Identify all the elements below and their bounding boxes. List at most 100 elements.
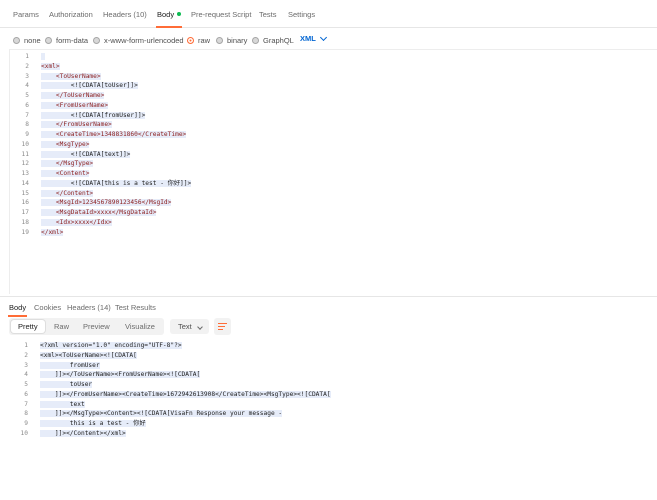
tab-label: Test Results <box>115 303 156 312</box>
request-body-editor[interactable]: 1 2 <xml> 3 <ToUserName> 4 <![CDATA[toUser]… <box>9 49 657 294</box>
line-number: 8 <box>25 121 29 129</box>
raw-language-select[interactable]: XML <box>300 33 327 43</box>
response-text: this is a test - 你好 <box>40 420 146 427</box>
tab-tests[interactable]: Tests <box>259 10 277 26</box>
response-tab-test-results[interactable]: Test Results <box>115 303 156 312</box>
code-text: <![CDATA[text]]> <box>41 150 131 158</box>
response-text: ]]></Content></xml> <box>40 429 126 437</box>
line-number: 14 <box>21 179 29 187</box>
response-format-select[interactable]: Text <box>170 319 209 334</box>
tab-label: Headers (14) <box>67 303 111 312</box>
code-text: <CreateTime>1348831860</CreateTime> <box>41 131 187 138</box>
response-text: ]]></ToUserName><FromUserName><![CDATA[ <box>40 371 201 379</box>
line-number: 4 <box>25 82 29 90</box>
line-number: 6 <box>25 101 29 109</box>
radio-icon <box>45 36 52 44</box>
code-text: </FromUserName> <box>41 121 112 129</box>
line-number: 10 <box>21 140 29 148</box>
body-type-none[interactable]: none <box>13 34 41 46</box>
view-label: Pretty <box>18 322 38 331</box>
line-number: 11 <box>21 150 29 158</box>
line-number: 6 <box>24 390 28 398</box>
line-number: 1 <box>24 342 28 349</box>
view-label: Raw <box>54 322 70 331</box>
line-number: 2 <box>25 62 29 70</box>
tab-headers[interactable]: Headers (10) <box>103 10 147 26</box>
response-tab-body[interactable]: Body <box>7 303 28 317</box>
line-number: 9 <box>25 131 29 138</box>
radio-icon <box>93 36 100 44</box>
radio-icon <box>252 36 259 44</box>
tab-label: Cookies <box>34 303 62 312</box>
wrap-lines-button[interactable] <box>214 318 231 335</box>
option-label: x-www-form-urlencoded <box>104 35 184 45</box>
body-type-urlencoded[interactable]: x-www-form-urlencoded <box>93 34 184 46</box>
tab-label: Params <box>13 10 39 19</box>
line-number: 9 <box>24 420 28 427</box>
body-type-form-data[interactable]: form-data <box>45 34 88 46</box>
tab-label: Settings <box>288 10 316 19</box>
modified-dot-icon <box>177 12 182 16</box>
line-number: 4 <box>24 371 28 379</box>
option-label: form-data <box>56 35 89 45</box>
line-number: 19 <box>21 228 29 236</box>
line-number: 1 <box>25 53 29 60</box>
view-mode-switch: Pretty Raw Preview Visualize <box>9 318 164 335</box>
view-preview[interactable]: Preview <box>76 320 117 333</box>
code-text: <![CDATA[toUser]]> <box>41 82 138 90</box>
line-number: 5 <box>24 381 28 388</box>
tab-params[interactable]: Params <box>13 10 39 26</box>
option-label: binary <box>227 35 248 45</box>
request-tabs: Params Authorization Headers (10) Body P… <box>0 0 657 28</box>
tab-body[interactable]: Body <box>155 10 183 28</box>
tab-label: Pre-request Script <box>191 10 252 19</box>
view-pretty[interactable]: Pretty <box>11 320 45 333</box>
line-number: 3 <box>24 361 28 369</box>
line-number: 15 <box>21 189 29 197</box>
view-visualize[interactable]: Visualize <box>118 320 162 333</box>
response-tab-headers[interactable]: Headers (14) <box>67 303 111 312</box>
response-text: fromUser <box>40 361 100 369</box>
line-number: 3 <box>25 72 29 80</box>
code-text <box>41 52 45 62</box>
response-text: <?xml version="1.0" encoding="UTF-8"?> <box>40 342 182 349</box>
line-number: 5 <box>25 92 29 99</box>
tab-label: Body <box>9 303 27 312</box>
radio-icon <box>13 36 20 44</box>
format-label: Text <box>178 322 192 331</box>
code-text: <MsgId>1234567890123456</MsgId> <box>41 199 172 207</box>
code-text: <Content> <box>41 170 90 177</box>
line-number: 8 <box>24 410 28 418</box>
view-label: Visualize <box>125 322 155 331</box>
code-text: <![CDATA[this is a test - 你好]]> <box>41 179 192 187</box>
line-number: 7 <box>25 111 29 119</box>
line-number: 18 <box>21 218 29 226</box>
body-type-row: none form-data x-www-form-urlencoded raw… <box>0 28 657 50</box>
body-type-binary[interactable]: binary <box>216 34 247 46</box>
body-type-graphql[interactable]: GraphQL <box>252 34 294 46</box>
code-text: <Idx>xxxx</Idx> <box>41 218 112 226</box>
tab-label: Authorization <box>49 10 93 19</box>
response-body-viewer[interactable]: 1 <?xml version="1.0" encoding="UTF-8"?> 2… <box>9 341 657 491</box>
view-label: Preview <box>83 322 110 331</box>
tab-pre-request-script[interactable]: Pre-request Script <box>191 10 251 26</box>
language-label: XML <box>300 34 316 43</box>
option-label: raw <box>198 35 211 45</box>
code-text: <FromUserName> <box>41 101 109 109</box>
view-raw[interactable]: Raw <box>47 320 76 333</box>
tab-settings[interactable]: Settings <box>288 10 315 26</box>
line-number: 12 <box>21 160 29 168</box>
body-type-raw[interactable]: raw <box>187 34 210 46</box>
line-number: 16 <box>21 199 29 207</box>
tab-label: Body <box>157 10 175 19</box>
code-text: </ToUserName> <box>41 92 105 99</box>
response-text: text <box>40 400 85 408</box>
response-tab-cookies[interactable]: Cookies <box>34 303 61 312</box>
tab-label: Tests <box>259 10 277 19</box>
chevron-down-icon <box>196 324 203 330</box>
response-text: ]]></FromUserName><CreateTime>1672942613… <box>40 390 331 398</box>
response-text: ]]></MsgType><Content><![CDATA[VisaFn Re… <box>40 410 283 418</box>
code-text: <MsgDataId>xxxx</MsgDataId> <box>41 209 157 216</box>
code-text: <ToUserName> <box>41 72 101 80</box>
tab-authorization[interactable]: Authorization <box>49 10 93 26</box>
